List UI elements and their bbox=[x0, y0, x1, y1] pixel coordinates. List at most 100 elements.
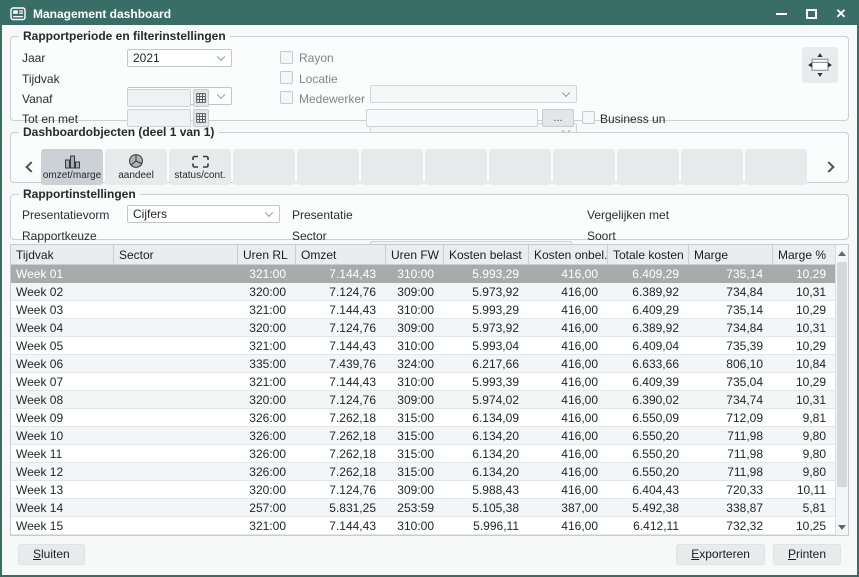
vertical-scrollbar[interactable] bbox=[835, 245, 848, 535]
vanaf-calendar-button[interactable] bbox=[193, 89, 209, 107]
table-row[interactable]: Week 01321:007.144,43310:005.993,29416,0… bbox=[11, 265, 848, 283]
tool-empty-slot[interactable] bbox=[425, 149, 487, 185]
cell-tijdvak: Week 09 bbox=[11, 409, 113, 426]
column-header-kosten-belast[interactable]: Kosten belast bbox=[443, 245, 528, 264]
table-row[interactable]: Week 12326:007.262,18315:006.134,20416,0… bbox=[11, 463, 848, 481]
sluiten-button[interactable]: Sluiten bbox=[18, 544, 85, 565]
table-row[interactable]: Week 14257:005.831,25253:595.105,38387,0… bbox=[11, 499, 848, 517]
column-header-uren-rl[interactable]: Uren RL bbox=[237, 245, 295, 264]
cell-totale-kosten: 6.412,11 bbox=[607, 517, 688, 534]
jaar-select[interactable]: 2021 bbox=[127, 49, 232, 67]
table-row[interactable]: Week 09326:007.262,18315:006.134,09416,0… bbox=[11, 409, 848, 427]
cell-kosten-onbel-: 416,00 bbox=[528, 427, 607, 444]
status-brackets-icon bbox=[191, 154, 210, 169]
cell-kosten-belast: 5.993,29 bbox=[443, 301, 528, 318]
column-header-kosten-onbel-[interactable]: Kosten onbel. bbox=[528, 245, 607, 264]
minimize-icon[interactable] bbox=[773, 6, 789, 22]
scrollbar-thumb[interactable] bbox=[837, 262, 847, 487]
table-row[interactable]: Week 11326:007.262,18315:006.134,20416,0… bbox=[11, 445, 848, 463]
cell-totale-kosten: 6.404,43 bbox=[607, 481, 688, 498]
tool-omzet-marge[interactable]: omzet/marge bbox=[41, 149, 103, 185]
column-header-uren-fw[interactable]: Uren FW bbox=[385, 245, 443, 264]
cell-marge-: 10,29 bbox=[772, 373, 835, 390]
column-header-tijdvak[interactable]: Tijdvak bbox=[11, 245, 113, 264]
cell-tijdvak: Week 03 bbox=[11, 301, 113, 318]
tool-empty-slot[interactable] bbox=[233, 149, 295, 185]
column-header-marge-[interactable]: Marge % bbox=[772, 245, 835, 264]
cell-kosten-onbel-: 416,00 bbox=[528, 481, 607, 498]
cell-marge: 338,87 bbox=[688, 499, 772, 516]
column-header-sector[interactable]: Sector bbox=[113, 245, 237, 264]
tool-empty-slot[interactable] bbox=[617, 149, 679, 185]
table-row[interactable]: Week 15321:007.144,43310:005.996,11416,0… bbox=[11, 517, 848, 535]
scroll-up-icon[interactable] bbox=[836, 245, 848, 261]
table-row[interactable]: Week 04320:007.124,76309:005.973,92416,0… bbox=[11, 319, 848, 337]
cell-uren-fw: 310:00 bbox=[385, 337, 443, 354]
cell-omzet: 7.144,43 bbox=[295, 337, 385, 354]
scroll-down-icon[interactable] bbox=[836, 519, 848, 535]
cell-uren-rl: 320:00 bbox=[237, 481, 295, 498]
tool-empty-slot[interactable] bbox=[745, 149, 807, 185]
table-row[interactable]: Week 06335:007.439,76324:006.217,66416,0… bbox=[11, 355, 848, 373]
chevron-right-icon[interactable] bbox=[820, 152, 840, 182]
rapportkeuze-label: Rapportkeuze bbox=[22, 227, 97, 245]
expand-dashboard-button[interactable] bbox=[802, 47, 838, 83]
business-unit-checkbox[interactable] bbox=[582, 111, 595, 124]
cell-uren-rl: 326:00 bbox=[237, 409, 295, 426]
table-row[interactable]: Week 13320:007.124,76309:005.988,43416,0… bbox=[11, 481, 848, 499]
tool-empty-slot[interactable] bbox=[361, 149, 423, 185]
close-icon[interactable]: ✕ bbox=[833, 6, 849, 22]
cell-tijdvak: Week 01 bbox=[11, 265, 113, 282]
rayon-select[interactable] bbox=[370, 85, 577, 103]
cell-kosten-onbel-: 416,00 bbox=[528, 391, 607, 408]
exporteren-button[interactable]: Exporteren bbox=[676, 544, 765, 565]
cell-kosten-onbel-: 416,00 bbox=[528, 337, 607, 354]
vergelijken-met-label: Vergelijken met bbox=[587, 206, 669, 224]
column-header-totale-kosten[interactable]: Totale kosten bbox=[607, 245, 688, 264]
cell-sector bbox=[113, 445, 237, 462]
cell-totale-kosten: 6.409,29 bbox=[607, 265, 688, 282]
cell-omzet: 7.144,43 bbox=[295, 373, 385, 390]
vanaf-input[interactable] bbox=[127, 89, 191, 107]
presentatievorm-select[interactable]: Cijfers bbox=[127, 205, 280, 223]
tool-empty-slot[interactable] bbox=[681, 149, 743, 185]
tool-status-cont[interactable]: status/cont. bbox=[169, 149, 231, 185]
cell-marge: 735,04 bbox=[688, 373, 772, 390]
rayon-checkbox[interactable] bbox=[280, 51, 293, 64]
cell-kosten-onbel-: 416,00 bbox=[528, 355, 607, 372]
window-title: Management dashboard bbox=[33, 7, 171, 21]
table-row[interactable]: Week 03321:007.144,43310:005.993,29416,0… bbox=[11, 301, 848, 319]
cell-kosten-onbel-: 387,00 bbox=[528, 499, 607, 516]
printen-button[interactable]: Printen bbox=[773, 544, 841, 565]
table-row[interactable]: Week 07321:007.144,43310:005.993,39416,0… bbox=[11, 373, 848, 391]
table-row[interactable]: Week 02320:007.124,76309:005.973,92416,0… bbox=[11, 283, 848, 301]
cell-marge-: 9,81 bbox=[772, 409, 835, 426]
cell-tijdvak: Week 02 bbox=[11, 283, 113, 300]
cell-marge: 735,39 bbox=[688, 337, 772, 354]
cell-kosten-belast: 5.105,38 bbox=[443, 499, 528, 516]
maximize-icon[interactable] bbox=[803, 6, 819, 22]
cell-marge-: 10,29 bbox=[772, 301, 835, 318]
tool-empty-slot[interactable] bbox=[489, 149, 551, 185]
tool-empty-slot[interactable] bbox=[553, 149, 615, 185]
tool-empty-slot[interactable] bbox=[297, 149, 359, 185]
tool-status-cont-label: status/cont. bbox=[174, 170, 225, 181]
table-row[interactable]: Week 05321:007.144,43310:005.993,04416,0… bbox=[11, 337, 848, 355]
cell-kosten-belast: 5.996,11 bbox=[443, 517, 528, 534]
locatie-checkbox[interactable] bbox=[280, 71, 293, 84]
cell-marge-: 9,80 bbox=[772, 463, 835, 480]
medewerker-checkbox[interactable] bbox=[280, 91, 293, 104]
jaar-label: Jaar bbox=[22, 49, 45, 67]
pie-chart-icon bbox=[128, 153, 144, 169]
table-row[interactable]: Week 10326:007.262,18315:006.134,20416,0… bbox=[11, 427, 848, 445]
cell-marge-: 10,25 bbox=[772, 517, 835, 534]
tool-aandeel[interactable]: aandeel bbox=[105, 149, 167, 185]
table-row[interactable]: Week 08320:007.124,76309:005.974,02416,0… bbox=[11, 391, 848, 409]
cell-marge: 806,10 bbox=[688, 355, 772, 372]
dashboard-objects-legend: Dashboardobjecten (deel 1 van 1) bbox=[19, 125, 218, 139]
column-header-omzet[interactable]: Omzet bbox=[295, 245, 385, 264]
cell-omzet: 7.262,18 bbox=[295, 409, 385, 426]
chevron-left-icon[interactable] bbox=[19, 152, 39, 182]
column-header-marge[interactable]: Marge bbox=[688, 245, 772, 264]
cell-totale-kosten: 6.390,02 bbox=[607, 391, 688, 408]
